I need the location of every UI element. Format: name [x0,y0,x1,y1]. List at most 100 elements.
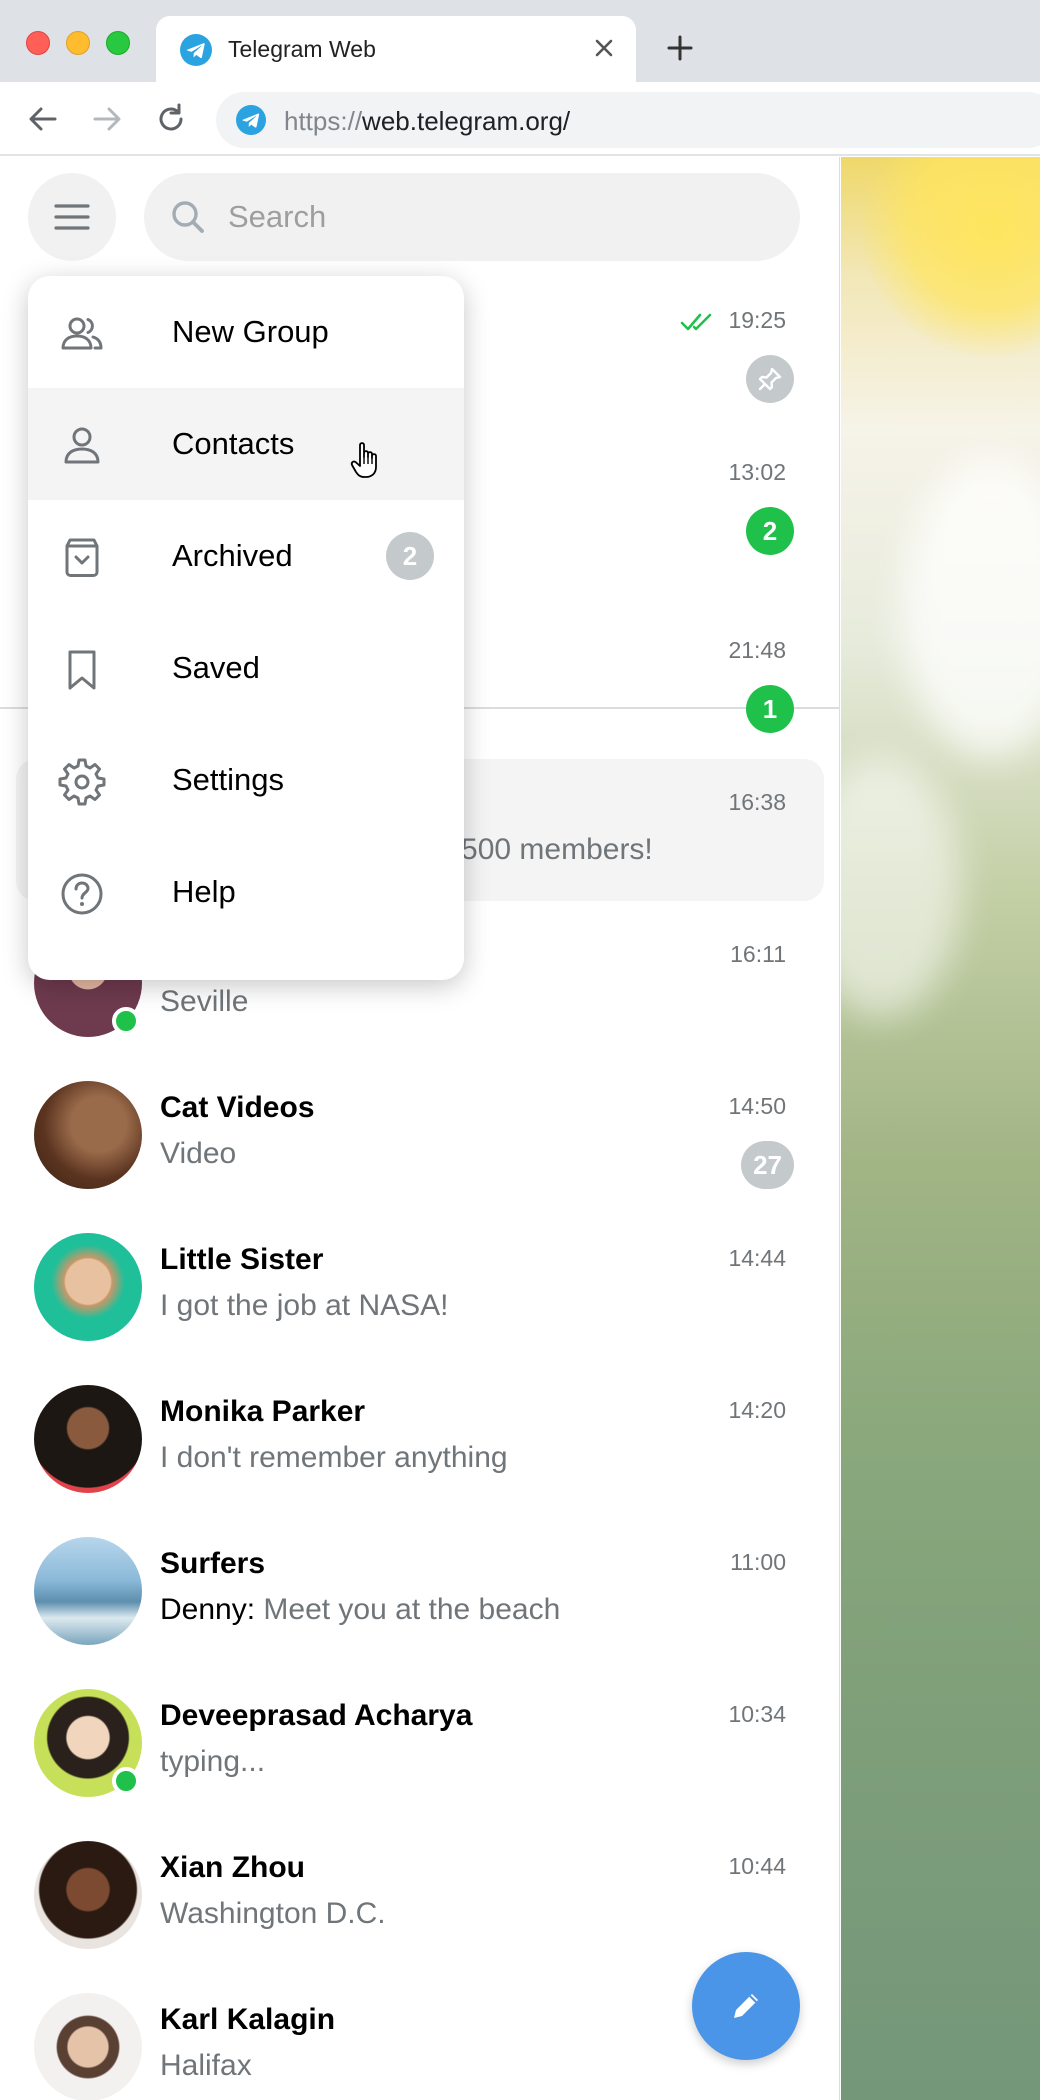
menu-item-label: Help [172,874,236,909]
forward-arrow-icon[interactable] [88,100,126,138]
chat-row[interactable]: Little Sister 14:44 I got the job at NAS… [16,1215,824,1357]
chat-message: 2,500 members! [436,833,653,866]
url-scheme: https:// [284,106,363,136]
background-petal [841,757,961,1017]
tab-title: Telegram Web [228,36,376,62]
menu-item-label: Contacts [172,426,295,461]
chat-background [841,157,1040,2100]
chat-time: 11:00 [730,1549,786,1575]
pencil-icon [734,1994,758,2018]
help-icon [61,873,103,915]
users-icon [61,317,103,350]
avatar [34,1537,142,1645]
unread-badge: 2 [746,507,794,555]
archive-icon [65,538,99,577]
avatar [34,1233,142,1341]
avatar [34,1841,142,1949]
chat-name: Cat Videos [160,1091,315,1124]
window-zoom-button[interactable] [106,31,130,55]
new-tab-icon[interactable] [660,28,700,68]
chat-message: Washington D.C. [160,1897,386,1930]
telegram-site-icon [236,105,266,135]
chat-row[interactable]: Xian Zhou 10:44 Washington D.C. [16,1823,824,1965]
main-menu-dropdown: New Group Contacts Archived 2 Saved Sett… [28,276,464,980]
menu-item-archived[interactable]: Archived 2 [28,500,464,612]
chat-time: 13:02 [728,459,786,485]
chat-sidebar: Search 19:25 13:02 2 21:48 1 16:38 2,500… [0,157,840,2100]
reload-icon[interactable] [152,100,190,138]
search-input[interactable]: Search [144,173,800,261]
message-text: Meet you at the beach [263,1593,561,1626]
online-indicator [112,1767,140,1795]
menu-item-label: Archived [172,538,293,573]
chat-time: 14:50 [728,1093,786,1119]
menu-item-new-group[interactable]: New Group [28,276,464,388]
avatar [34,1081,142,1189]
hamburger-icon [54,204,90,230]
menu-item-label: Settings [172,762,285,797]
pin-icon [758,367,782,391]
chat-message: I got the job at NASA! [160,1289,449,1322]
chat-time: 19:25 [728,307,786,333]
pin-badge [746,355,794,403]
menu-item-label: New Group [172,314,329,349]
chat-name: Little Sister [160,1243,324,1276]
avatar [34,1385,142,1493]
chat-time: 21:48 [728,637,786,663]
chat-message: Halifax [160,2049,252,2082]
new-message-button[interactable] [692,1952,800,2060]
window-minimize-button[interactable] [66,31,90,55]
flower-glow [861,157,1040,357]
menu-item-help[interactable]: Help [28,836,464,948]
bookmark-icon [68,650,96,690]
archived-count-badge: 2 [386,532,434,580]
unread-badge: 27 [741,1141,794,1189]
chat-message: Denny: Meet you at the beach [160,1593,560,1627]
menu-item-label: Saved [172,650,260,685]
chat-message: Video [160,1137,237,1170]
unread-badge: 1 [746,685,794,733]
chat-name: Surfers [160,1547,266,1580]
telegram-logo-icon [180,34,212,66]
hand-pointer-cursor-icon [350,442,377,478]
chat-message: typing... [160,1745,266,1778]
browser-toolbar: https://web.telegram.org/ [0,82,1040,156]
chat-name: Xian Zhou [160,1851,305,1884]
main-menu-button[interactable] [28,173,116,261]
chat-row[interactable]: Cat Videos 14:50 Video 27 [16,1063,824,1205]
online-indicator [112,1007,140,1035]
search-icon [172,201,204,233]
back-arrow-icon[interactable] [24,100,62,138]
chat-row[interactable]: Monika Parker 14:20 I don't remember any… [16,1367,824,1509]
close-tab-icon[interactable] [586,30,622,66]
gear-icon [58,758,106,806]
menu-item-saved[interactable]: Saved [28,612,464,724]
address-bar[interactable]: https://web.telegram.org/ [216,92,1040,148]
chat-time: 14:20 [728,1397,786,1423]
menu-item-settings[interactable]: Settings [28,724,464,836]
message-sender: Denny: [160,1593,256,1626]
window-close-button[interactable] [26,31,50,55]
user-icon [64,427,100,464]
chat-time: 10:44 [728,1853,786,1879]
url-text: https://web.telegram.org/ [284,106,570,137]
browser-tab[interactable]: Telegram Web [156,16,636,82]
background-petal [901,457,1040,757]
chat-name: Karl Kalagin [160,2003,336,2036]
chat-name: Monika Parker [160,1395,366,1428]
chat-row[interactable]: Deveeprasad Acharya 10:34 typing... [16,1671,824,1813]
chat-time: 10:34 [728,1701,786,1727]
double-check-icon [680,313,712,331]
chat-time: 14:44 [728,1245,786,1271]
chat-name: Deveeprasad Acharya [160,1699,473,1732]
chat-message: Seville [160,985,249,1018]
browser-tab-bar: Telegram Web [0,0,1040,82]
chat-time: 16:11 [730,941,786,967]
menu-item-contacts[interactable]: Contacts [28,388,464,500]
chat-message: I don't remember anything [160,1441,508,1474]
chat-time: 16:38 [728,789,786,815]
avatar [34,1993,142,2100]
search-placeholder: Search [228,199,327,234]
url-host: web.telegram.org/ [362,106,571,136]
chat-row[interactable]: Surfers 11:00 Denny: Meet you at the bea… [16,1519,824,1661]
